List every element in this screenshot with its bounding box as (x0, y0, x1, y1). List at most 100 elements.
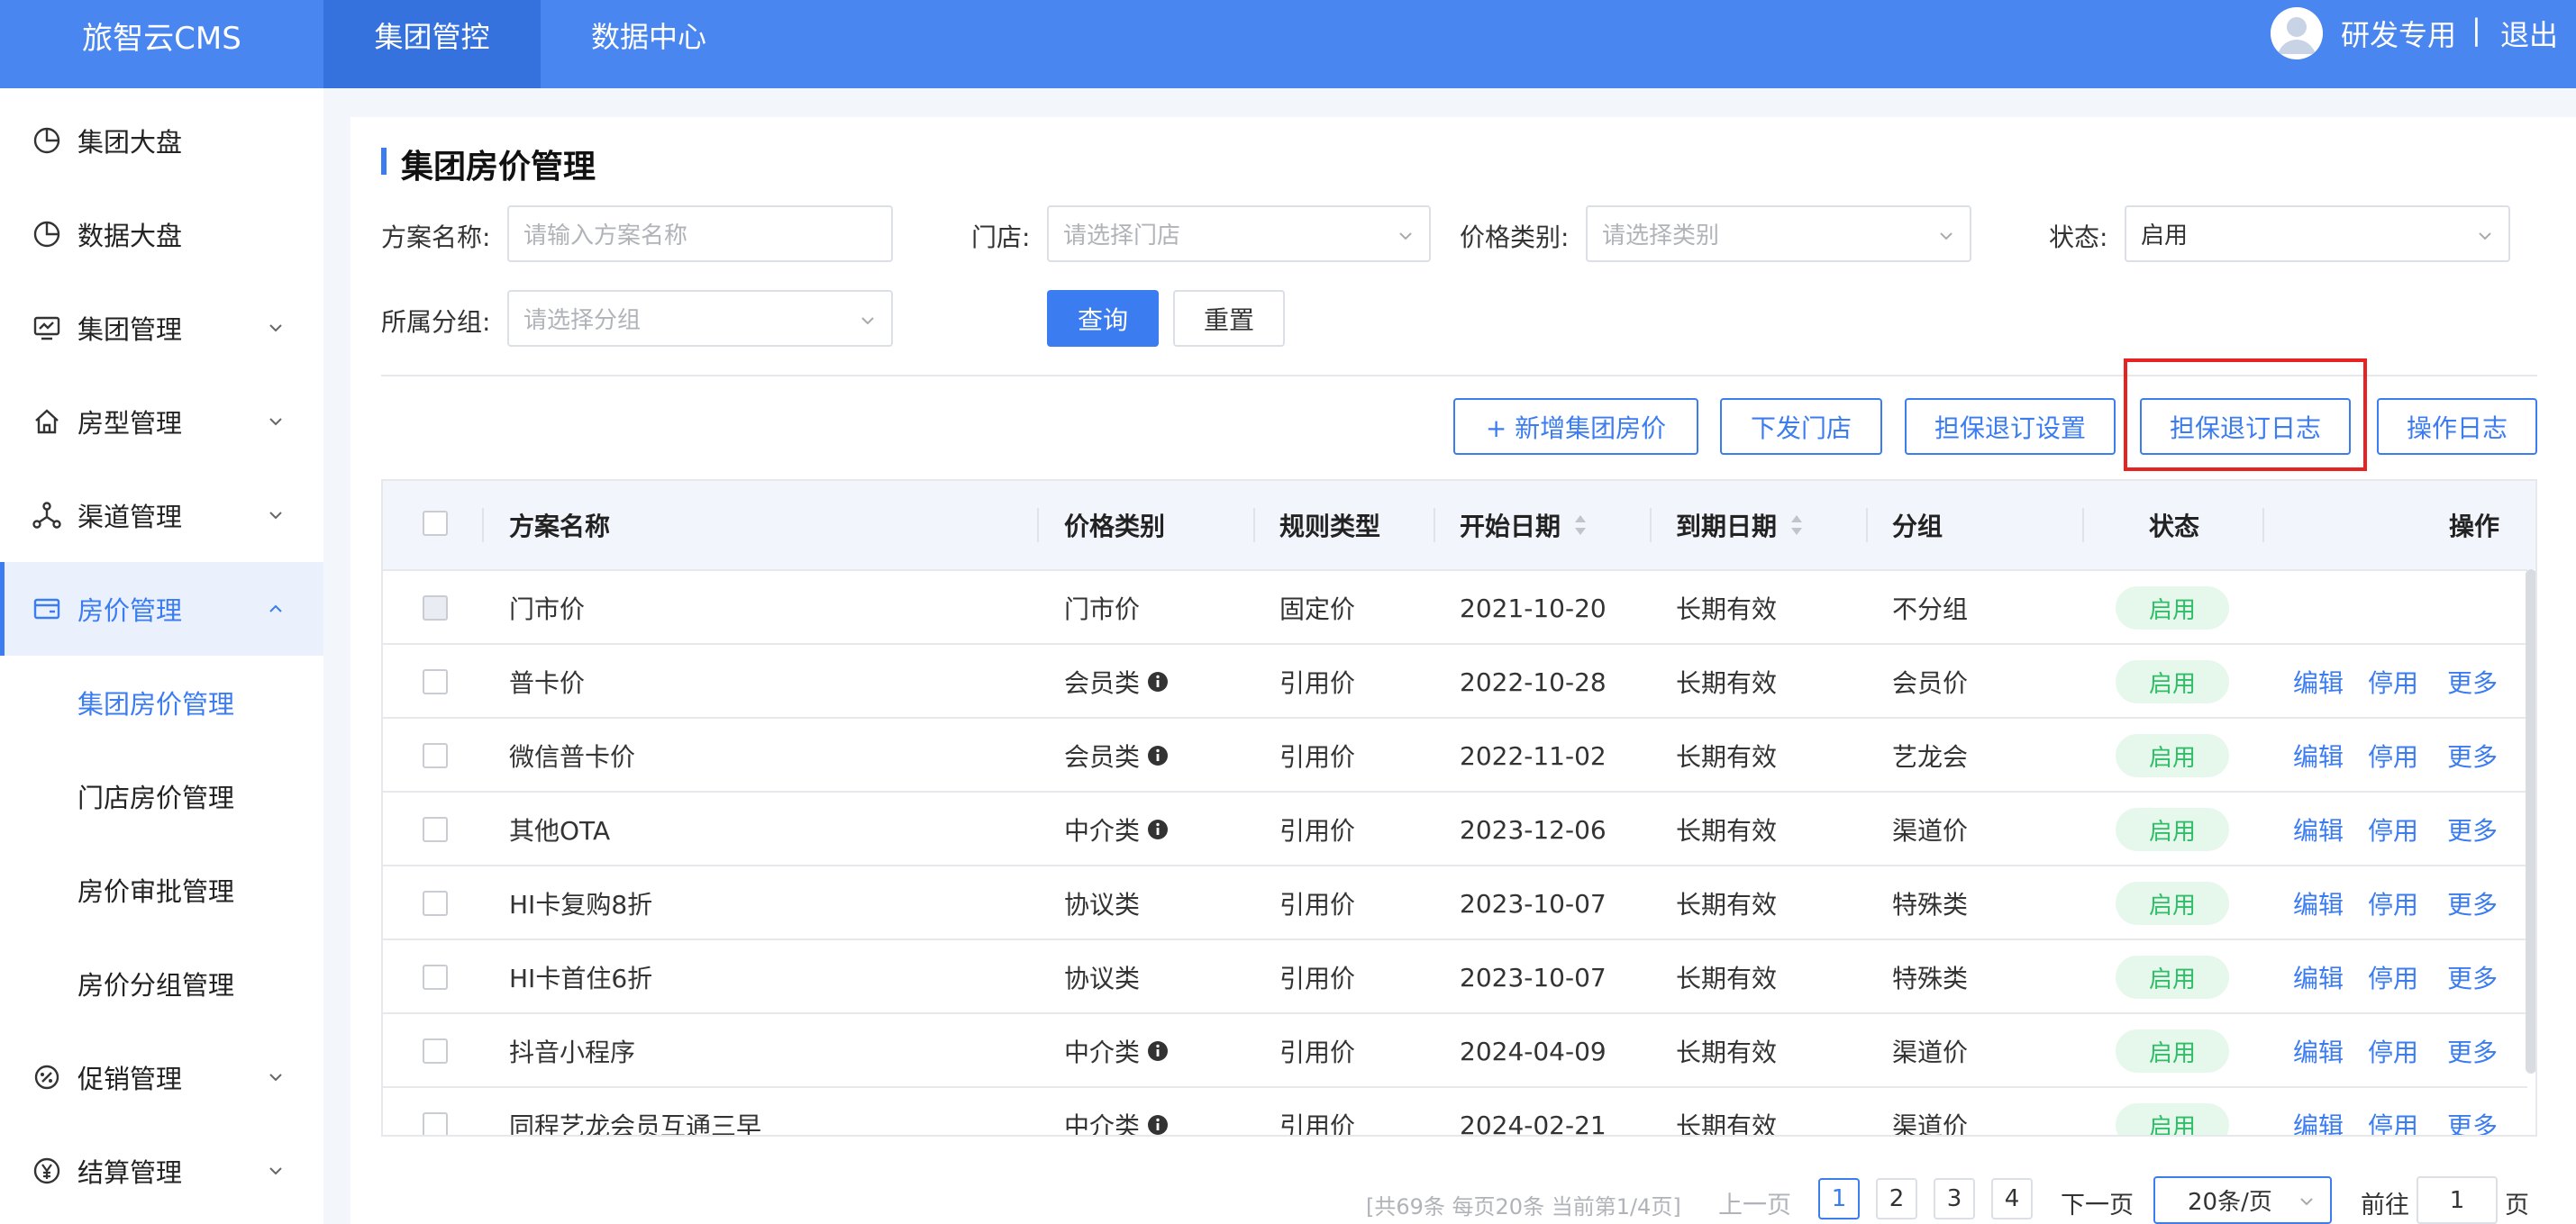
cell-scheme-name: HI卡复购8折 (509, 890, 653, 920)
row-checkbox[interactable] (423, 669, 448, 694)
row-checkbox[interactable] (423, 891, 448, 916)
cell-rule-type: 引用价 (1279, 742, 1356, 772)
yen-icon (33, 1157, 60, 1184)
disable-link[interactable]: 停用 (2368, 645, 2418, 719)
sidebar-item-promotion[interactable]: 促销管理 (0, 1030, 323, 1124)
more-link[interactable]: 更多 (2447, 940, 2498, 1014)
status-select[interactable]: 启用 (2125, 205, 2510, 262)
guarantee-settings-button[interactable]: 担保退订设置 (1905, 398, 2116, 455)
price-type-select[interactable]: 请选择类别 (1586, 205, 1971, 262)
sidebar-subitem-store-price[interactable]: 门店房价管理 (0, 749, 323, 843)
more-link[interactable]: 更多 (2447, 1088, 2498, 1135)
edit-link[interactable]: 编辑 (2293, 719, 2344, 793)
info-icon[interactable] (1147, 671, 1169, 693)
edit-link[interactable]: 编辑 (2293, 940, 2344, 1014)
cell-price-type-text: 会员类 (1064, 668, 1141, 698)
status-label: 状态: (2049, 222, 2108, 252)
col-end-date[interactable]: 到期日期 (1676, 481, 1806, 569)
cell-start-date: 2023-10-07 (1460, 962, 1607, 993)
nav-data-center[interactable]: 数据中心 (559, 0, 739, 88)
row-checkbox[interactable] (423, 743, 448, 768)
disable-link[interactable]: 停用 (2368, 940, 2418, 1014)
nav-group-control[interactable]: 集团管控 (323, 0, 541, 88)
sidebar-subitem-price-group[interactable]: 房价分组管理 (0, 937, 323, 1030)
avatar[interactable] (2271, 7, 2323, 59)
chevron-down-icon (269, 1074, 282, 1082)
operation-log-button[interactable]: 操作日志 (2377, 398, 2537, 455)
more-link[interactable]: 更多 (2447, 866, 2498, 940)
edit-link[interactable]: 编辑 (2293, 645, 2344, 719)
sidebar-item-label: 数据大盘 (77, 221, 183, 251)
cell-price-type-text: 门市价 (1064, 594, 1141, 624)
col-start-date[interactable]: 开始日期 (1460, 481, 1589, 569)
column-separator (1253, 508, 1255, 542)
edit-link[interactable]: 编辑 (2293, 1088, 2344, 1135)
info-icon[interactable] (1147, 819, 1169, 840)
more-link[interactable]: 更多 (2447, 793, 2498, 866)
info-icon[interactable] (1147, 1040, 1169, 1062)
group-select[interactable]: 请选择分组 (507, 290, 893, 347)
info-icon[interactable] (1147, 1114, 1169, 1136)
sidebar-item-data-dashboard[interactable]: 数据大盘 (0, 187, 323, 281)
edit-link[interactable]: 编辑 (2293, 793, 2344, 866)
row-checkbox[interactable] (423, 1038, 448, 1064)
more-link[interactable]: 更多 (2447, 719, 2498, 793)
next-page-button[interactable]: 下一页 (2061, 1185, 2134, 1220)
sidebar-item-channel[interactable]: 渠道管理 (0, 468, 323, 562)
sidebar-item-label: 结算管理 (77, 1157, 183, 1188)
add-group-price-button[interactable]: + 新增集团房价 (1453, 398, 1698, 455)
store-select[interactable]: 请选择门店 (1047, 205, 1431, 262)
sidebar-item-room-type[interactable]: 房型管理 (0, 375, 323, 468)
more-link[interactable]: 更多 (2447, 1014, 2498, 1088)
sidebar-subitem-price-approval[interactable]: 房价审批管理 (0, 843, 323, 937)
reset-button[interactable]: 重置 (1173, 290, 1285, 347)
page-1-button[interactable]: 1 (1818, 1178, 1860, 1219)
sidebar-item-room-price[interactable]: 房价管理 (0, 562, 323, 656)
query-button[interactable]: 查询 (1047, 290, 1159, 347)
disable-link[interactable]: 停用 (2368, 1088, 2418, 1135)
page-4-button[interactable]: 4 (1991, 1178, 2033, 1219)
cell-start-date: 2024-04-09 (1460, 1036, 1607, 1066)
sort-icon[interactable] (1571, 512, 1589, 538)
cell-group: 渠道价 (1892, 1111, 1969, 1137)
page-2-button[interactable]: 2 (1876, 1178, 1917, 1219)
cell-end-date: 长期有效 (1676, 1111, 1778, 1137)
row-checkbox[interactable] (423, 1112, 448, 1135)
disable-link[interactable]: 停用 (2368, 793, 2418, 866)
scheme-name-input[interactable]: 请输入方案名称 (507, 205, 893, 262)
page-size-select[interactable]: 20条/页 (2153, 1176, 2332, 1224)
cell-group: 渠道价 (1892, 816, 1969, 846)
table-row: 门市价 门市价 固定价 2021-10-20 长期有效 不分组 启用 (383, 569, 2527, 643)
edit-link[interactable]: 编辑 (2293, 1014, 2344, 1088)
dispatch-store-button[interactable]: 下发门店 (1720, 398, 1882, 455)
col-group: 分组 (1892, 512, 1943, 541)
sort-icon[interactable] (1788, 512, 1806, 538)
sidebar-item-group-dashboard[interactable]: 集团大盘 (0, 94, 323, 187)
select-all-checkbox[interactable] (423, 511, 448, 536)
more-link[interactable]: 更多 (2447, 645, 2498, 719)
col-price-type: 价格类别 (1064, 512, 1166, 541)
disable-link[interactable]: 停用 (2368, 719, 2418, 793)
prev-page-button[interactable]: 上一页 (1718, 1185, 1791, 1220)
table-row: HI卡首住6折 协议类 引用价 2023-10-07 长期有效 特殊类 启用 编辑 停用 更多 (383, 938, 2527, 1012)
goto-page-input[interactable]: 1 (2417, 1176, 2498, 1224)
username[interactable]: 研发专用 (2341, 13, 2456, 54)
row-checkbox[interactable] (423, 965, 448, 990)
status-select-value: 启用 (2141, 222, 2189, 249)
disable-link[interactable]: 停用 (2368, 1014, 2418, 1088)
info-icon[interactable] (1147, 745, 1169, 766)
page-3-button[interactable]: 3 (1934, 1178, 1975, 1219)
status-badge: 启用 (2116, 734, 2229, 777)
edit-link[interactable]: 编辑 (2293, 866, 2344, 940)
column-separator (2082, 508, 2084, 542)
disable-link[interactable]: 停用 (2368, 866, 2418, 940)
sidebar-item-group-management[interactable]: 集团管理 (0, 281, 323, 375)
status-badge: 启用 (2116, 956, 2229, 999)
sidebar-item-settlement[interactable]: 结算管理 (0, 1124, 323, 1218)
row-checkbox[interactable] (423, 817, 448, 842)
sidebar-subitem-group-price[interactable]: 集团房价管理 (0, 656, 323, 749)
cell-end-date: 长期有效 (1676, 964, 1778, 993)
table-scrollbar[interactable] (2526, 569, 2535, 1074)
logout-link[interactable]: 退出 (2500, 13, 2558, 54)
cell-price-type: 协议类 (1064, 866, 1140, 940)
